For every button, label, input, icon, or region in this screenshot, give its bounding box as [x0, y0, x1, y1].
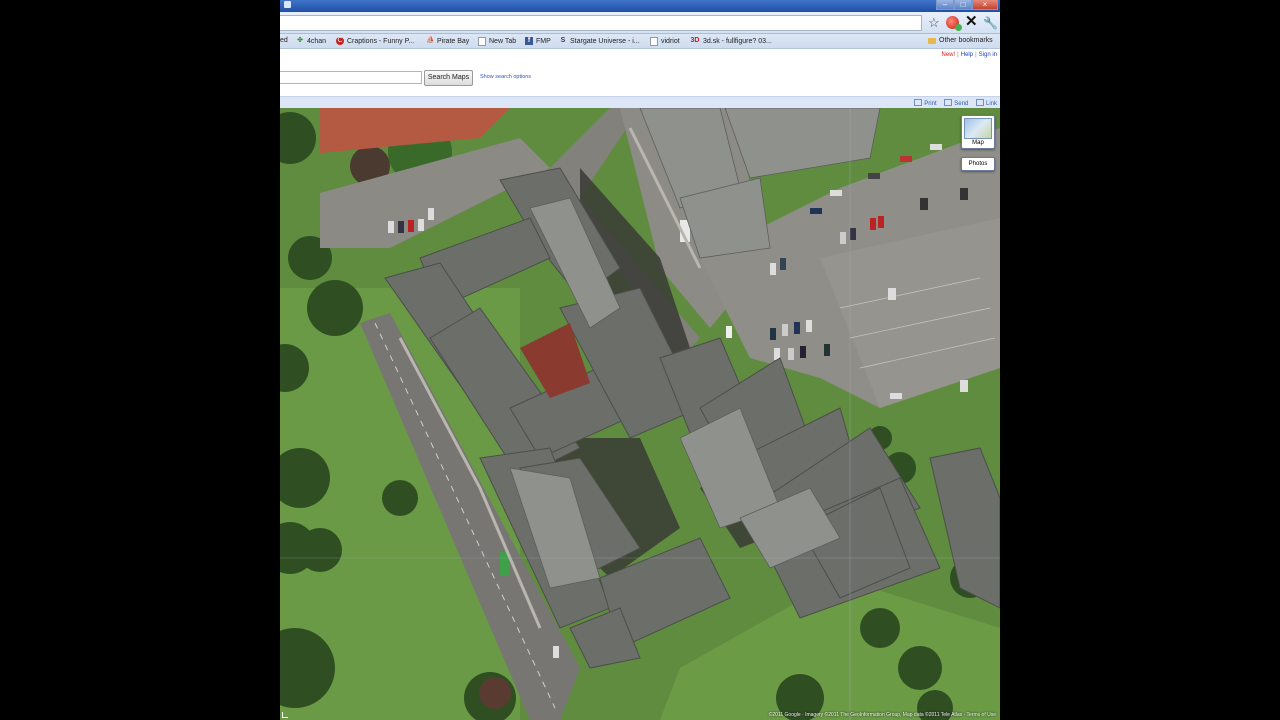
bookmark-item[interactable]: C Craptions - Funny P...: [336, 37, 414, 45]
chain-link-icon: [975, 99, 984, 106]
browser-toolbar: ☆ ✕ 🔧: [280, 12, 1000, 34]
envelope-icon: [944, 99, 953, 106]
map-thumbnail-icon: [964, 118, 992, 139]
craptions-icon: C: [336, 37, 344, 45]
facebook-icon: f: [525, 37, 533, 45]
bookmark-item[interactable]: f FMP: [525, 37, 551, 45]
send-link[interactable]: Send: [944, 99, 968, 107]
satellite-map[interactable]: Map Photos ©2011 Google · Imagery ©2011 …: [280, 108, 1000, 720]
app-icon: [284, 1, 291, 8]
stop-icon[interactable]: ✕: [965, 14, 978, 30]
close-window-button[interactable]: ×: [972, 0, 998, 10]
link-link[interactable]: Link: [975, 99, 997, 107]
print-link[interactable]: Print: [914, 99, 937, 107]
sign-in-link[interactable]: Sign in: [979, 52, 997, 58]
bookmark-item[interactable]: ed: [280, 37, 288, 44]
extension-icon[interactable]: [946, 16, 962, 31]
search-input[interactable]: [280, 71, 422, 84]
help-link[interactable]: Help: [961, 52, 973, 58]
stargate-icon: S: [560, 37, 566, 44]
bookmark-item[interactable]: ⛵ Pirate Bay: [426, 37, 469, 45]
bookmark-item[interactable]: 3D 3d.sk - fullfigure? 03...: [690, 37, 772, 45]
bookmarks-bar: ed ✤ 4chan C Craptions - Funny P... ⛵ Pi…: [280, 34, 1000, 49]
bookmark-item[interactable]: S Stargate Universe - i...: [559, 37, 640, 45]
scale-corner-icon: [282, 712, 288, 718]
map-copyright: ©2011 Google · Imagery ©2011 The GeoInfo…: [768, 712, 996, 718]
folder-icon: [928, 37, 936, 44]
maps-header: New! | Help | Sign in Search Maps Show searc…: [280, 49, 1000, 96]
3dsk-icon: 3D: [690, 37, 700, 44]
page-icon: [650, 37, 658, 46]
top-links: New! | Help | Sign in: [941, 52, 998, 58]
window-title-bar[interactable]: – □ ×: [280, 0, 1000, 12]
wrench-icon[interactable]: 🔧: [983, 15, 998, 31]
search-maps-button[interactable]: Search Maps: [424, 70, 473, 86]
aerial-imagery: [280, 108, 1000, 720]
other-bookmarks[interactable]: Other bookmarks: [928, 37, 993, 44]
browser-window: – □ × ☆ ✕ 🔧 ed ✤ 4chan C Craptions - Fun…: [280, 0, 1000, 720]
star-icon[interactable]: ☆: [928, 15, 940, 31]
minimize-button[interactable]: –: [936, 0, 954, 10]
page-icon: [478, 37, 486, 46]
pirate-ship-icon: ⛵: [426, 37, 435, 44]
address-bar[interactable]: [280, 15, 922, 31]
bookmark-item[interactable]: vidriot: [650, 37, 680, 46]
map-view-button[interactable]: Map: [961, 115, 995, 149]
map-type-controls: Map Photos: [961, 115, 995, 171]
maps-link-strip: Print Send Link: [280, 96, 1000, 108]
new-link[interactable]: New!: [942, 52, 956, 58]
bookmark-item[interactable]: New Tab: [478, 37, 516, 46]
printer-icon: [914, 99, 923, 106]
photos-button[interactable]: Photos: [961, 157, 995, 171]
maximize-button[interactable]: □: [954, 0, 972, 10]
search-options-link[interactable]: Show search options: [480, 74, 531, 80]
clover-icon: ✤: [297, 37, 303, 44]
bookmark-item[interactable]: ✤ 4chan: [296, 37, 326, 45]
